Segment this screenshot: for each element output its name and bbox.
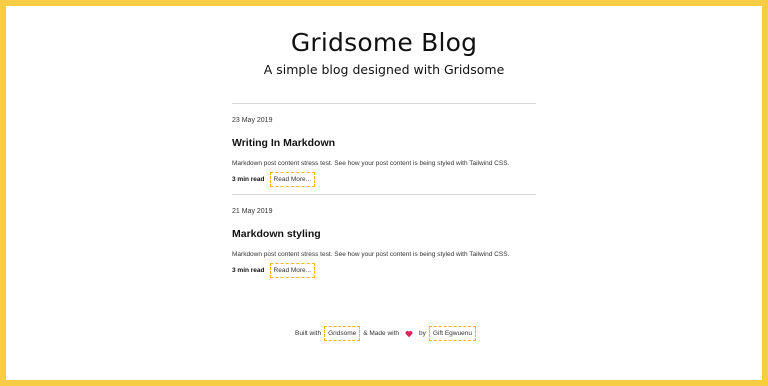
blog-subtitle: A simple blog designed with Gridsome xyxy=(263,62,505,77)
post-meta: 3 min read Read More... xyxy=(232,263,316,278)
post-title[interactable]: Markdown styling xyxy=(232,228,321,240)
post-excerpt: Markdown post content stress test. See h… xyxy=(232,251,510,258)
blog-title[interactable]: Gridsome Blog xyxy=(6,28,762,57)
read-time: 3 min read xyxy=(232,176,265,183)
post-date: 23 May 2019 xyxy=(232,117,273,124)
post-date: 21 May 2019 xyxy=(232,208,273,215)
gridsome-link[interactable]: Gridsome xyxy=(324,326,361,341)
footer-built-with-text: Built with xyxy=(295,330,322,337)
read-more-link[interactable]: Read More... xyxy=(269,263,316,278)
post-list: 23 May 2019 Writing In Markdown Markdown… xyxy=(232,103,536,285)
post-card: 21 May 2019 Markdown styling Markdown po… xyxy=(232,194,536,285)
author-link[interactable]: Gift Egwuenu xyxy=(428,326,476,341)
post-title[interactable]: Writing In Markdown xyxy=(232,137,335,149)
read-time: 3 min read xyxy=(232,267,265,274)
read-more-link[interactable]: Read More... xyxy=(269,172,316,187)
site-footer: Built with Gridsome & Made with by Gift … xyxy=(6,326,762,341)
footer-by-text: by xyxy=(419,330,426,337)
post-card: 23 May 2019 Writing In Markdown Markdown… xyxy=(232,103,536,194)
footer-made-with-text: & Made with xyxy=(363,330,400,337)
heart-icon xyxy=(405,330,413,338)
post-meta: 3 min read Read More... xyxy=(232,172,316,187)
post-excerpt: Markdown post content stress test. See h… xyxy=(232,160,510,167)
